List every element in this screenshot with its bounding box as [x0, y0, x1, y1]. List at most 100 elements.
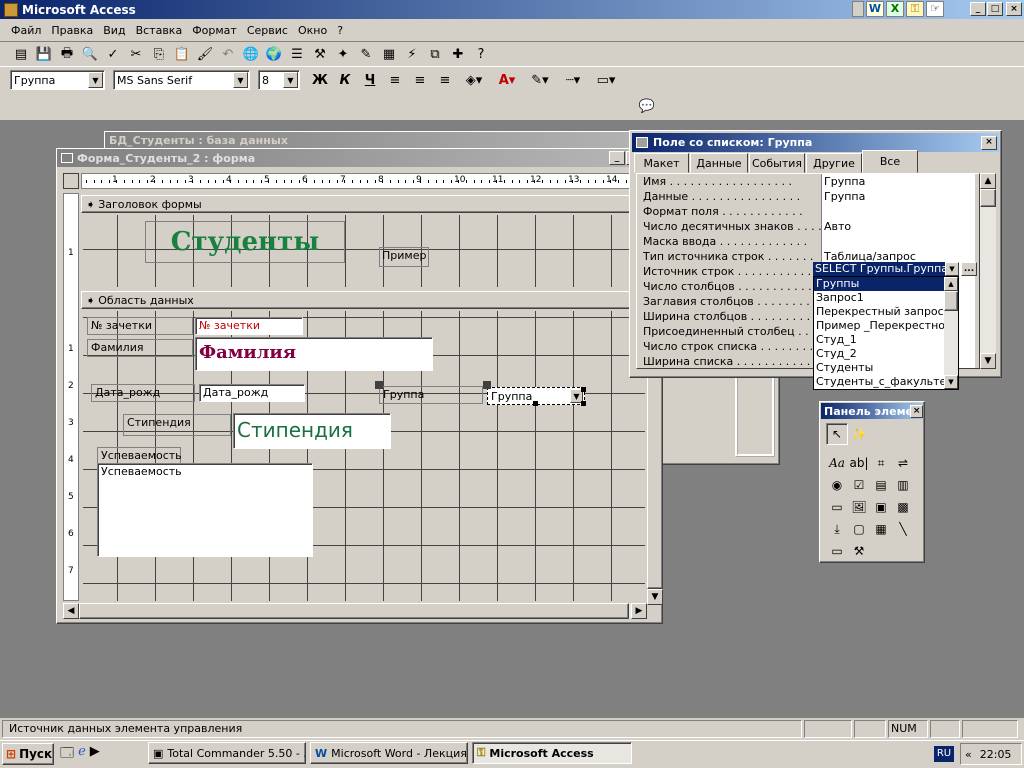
gruppa-label[interactable]: Группа: [379, 386, 483, 404]
toolbox-close-button[interactable]: ×: [910, 404, 923, 418]
build-icon[interactable]: ⚡: [401, 44, 423, 66]
property-value[interactable]: Авто: [821, 219, 975, 234]
hyperlink-icon[interactable]: 🌐: [240, 44, 262, 66]
resize-handle[interactable]: [533, 401, 538, 406]
view-icon[interactable]: ▤: [10, 44, 32, 66]
scroll-up-button[interactable]: ▲: [944, 277, 958, 291]
word-icon[interactable]: W: [866, 1, 884, 17]
close-button[interactable]: ×: [1006, 2, 1022, 16]
toolbox-icon[interactable]: ⚒: [309, 44, 331, 66]
task-total-commander[interactable]: ▣ Total Commander 5.50 - ...: [148, 742, 306, 764]
new-object-icon[interactable]: ✚: [447, 44, 469, 66]
fill-color-icon[interactable]: ◈▾: [459, 69, 489, 91]
property-row[interactable]: Имя . . . . . . . . . . . . . . . . . . Г…: [643, 174, 975, 189]
dropdown-item[interactable]: Перекрестный запрос: [814, 305, 944, 319]
select-objects-icon[interactable]: ↖: [826, 423, 848, 445]
dob-label[interactable]: Дата_рожд: [91, 384, 195, 402]
chevron-down-icon[interactable]: ▼: [233, 72, 248, 88]
detail-section-bar[interactable]: ➧ Область данных: [81, 291, 647, 309]
rectangle-icon[interactable]: ▭: [826, 540, 848, 562]
excel-icon[interactable]: X: [886, 1, 904, 17]
resize-handle[interactable]: [581, 401, 586, 406]
dropdown-item[interactable]: Студенты_с_факультет: [814, 375, 944, 389]
property-value[interactable]: Группа: [821, 189, 975, 204]
autoformat-icon[interactable]: ✦: [332, 44, 354, 66]
comment-icon[interactable]: 💬: [636, 95, 658, 117]
minimize-button[interactable]: _: [970, 2, 986, 16]
undo-icon[interactable]: ↶: [217, 44, 239, 66]
align-right-icon[interactable]: ≡: [434, 69, 456, 91]
page-break-icon[interactable]: ⤓: [826, 518, 848, 540]
dropdown-item[interactable]: Группы: [814, 277, 944, 291]
tab-events[interactable]: События: [749, 153, 805, 173]
tray-chevron[interactable]: «: [965, 748, 972, 761]
bold-button[interactable]: Ж: [309, 69, 331, 91]
checkbox-icon[interactable]: ☑: [848, 474, 870, 496]
database-window-icon[interactable]: ⧉: [424, 44, 446, 66]
tab-layout[interactable]: Макет: [634, 153, 689, 173]
scroll-down-button[interactable]: ▼: [647, 589, 663, 605]
help-icon[interactable]: ?: [470, 44, 492, 66]
align-left-icon[interactable]: ≡: [384, 69, 406, 91]
lang-indicator[interactable]: RU: [934, 746, 954, 762]
start-button[interactable]: ⊞ Пуск: [2, 743, 54, 765]
special-effect-icon[interactable]: ▭▾: [591, 69, 621, 91]
more-controls-icon[interactable]: ⚒: [848, 540, 870, 562]
menu-tools[interactable]: Сервис: [242, 24, 293, 37]
field-list-icon[interactable]: ☰: [286, 44, 308, 66]
underline-button[interactable]: Ч: [359, 69, 381, 91]
familia-field[interactable]: Фамилия: [195, 337, 433, 371]
familia-label[interactable]: Фамилия: [87, 339, 193, 357]
chevron-down-icon[interactable]: ▼: [88, 72, 103, 88]
property-value[interactable]: [821, 234, 975, 249]
menu-view[interactable]: Вид: [98, 24, 130, 37]
option-group-icon[interactable]: ⌗: [870, 452, 892, 474]
copy-icon[interactable]: ⎘: [148, 44, 170, 66]
horizontal-scrollbar[interactable]: ◀ ▶: [63, 603, 647, 619]
tab-data[interactable]: Данные: [690, 153, 748, 173]
line-icon[interactable]: ╲: [892, 518, 914, 540]
textbox-icon[interactable]: ab|: [848, 452, 870, 474]
gruppa-label-handle[interactable]: [375, 381, 383, 389]
property-row[interactable]: Данные . . . . . . . . . . . . . . . . Гр…: [643, 189, 975, 204]
print-icon[interactable]: 🖶: [56, 44, 78, 66]
scroll-down-button[interactable]: ▼: [944, 375, 958, 389]
tab-other[interactable]: Другие: [806, 153, 862, 173]
web-toolbar-icon[interactable]: 🌍: [263, 44, 285, 66]
menu-edit[interactable]: Правка: [46, 24, 98, 37]
form-header-section-bar[interactable]: ➧ Заголовок формы: [81, 195, 647, 213]
chevron-down-icon[interactable]: ▼: [945, 262, 959, 276]
row-source-dropdown[interactable]: Группы Запрос1 Перекрестный запрос Пример _…: [813, 276, 959, 390]
form-minimize-button[interactable]: _: [609, 151, 625, 165]
build-button[interactable]: ...: [961, 262, 977, 276]
hand-icon[interactable]: ☞: [926, 1, 944, 17]
dob-field[interactable]: Дата_рожд: [199, 384, 305, 402]
row-source-field[interactable]: SELECT Группы.Группа FF: [813, 262, 945, 276]
menu-format[interactable]: Формат: [187, 24, 242, 37]
code-icon[interactable]: ✎: [355, 44, 377, 66]
tab-all[interactable]: Все: [862, 150, 918, 173]
properties-close-button[interactable]: ×: [981, 135, 997, 150]
chevron-down-icon[interactable]: ▼: [283, 72, 298, 88]
scroll-thumb[interactable]: [980, 189, 996, 207]
cut-icon[interactable]: ✂: [125, 44, 147, 66]
dropdown-item[interactable]: Запрос1: [814, 291, 944, 305]
stipend-label[interactable]: Стипендия: [123, 414, 231, 436]
scroll-thumb[interactable]: [944, 291, 958, 311]
dropdown-scrollbar[interactable]: ▲ ▼: [944, 277, 958, 389]
font-combo[interactable]: MS Sans Serif ▼: [113, 70, 250, 90]
scroll-down-button[interactable]: ▼: [980, 353, 996, 369]
preview-icon[interactable]: 🔍: [79, 44, 101, 66]
zachetka-field[interactable]: № зачетки: [195, 317, 303, 335]
desktop-icon[interactable]: 🗔: [60, 744, 74, 766]
property-row[interactable]: Маска ввода . . . . . . . . . . . . .: [643, 234, 975, 249]
line-color-icon[interactable]: ✎▾: [525, 69, 555, 91]
label-icon[interactable]: Aa: [826, 452, 848, 474]
command-button-icon[interactable]: ▭: [826, 496, 848, 518]
control-wizards-icon[interactable]: ✨: [848, 423, 870, 445]
scroll-up-button[interactable]: ▲: [980, 173, 996, 189]
spelling-icon[interactable]: ✓: [102, 44, 124, 66]
border-width-icon[interactable]: ┈▾: [558, 69, 588, 91]
option-button-icon[interactable]: ◉: [826, 474, 848, 496]
font-color-icon[interactable]: A▾: [492, 69, 522, 91]
